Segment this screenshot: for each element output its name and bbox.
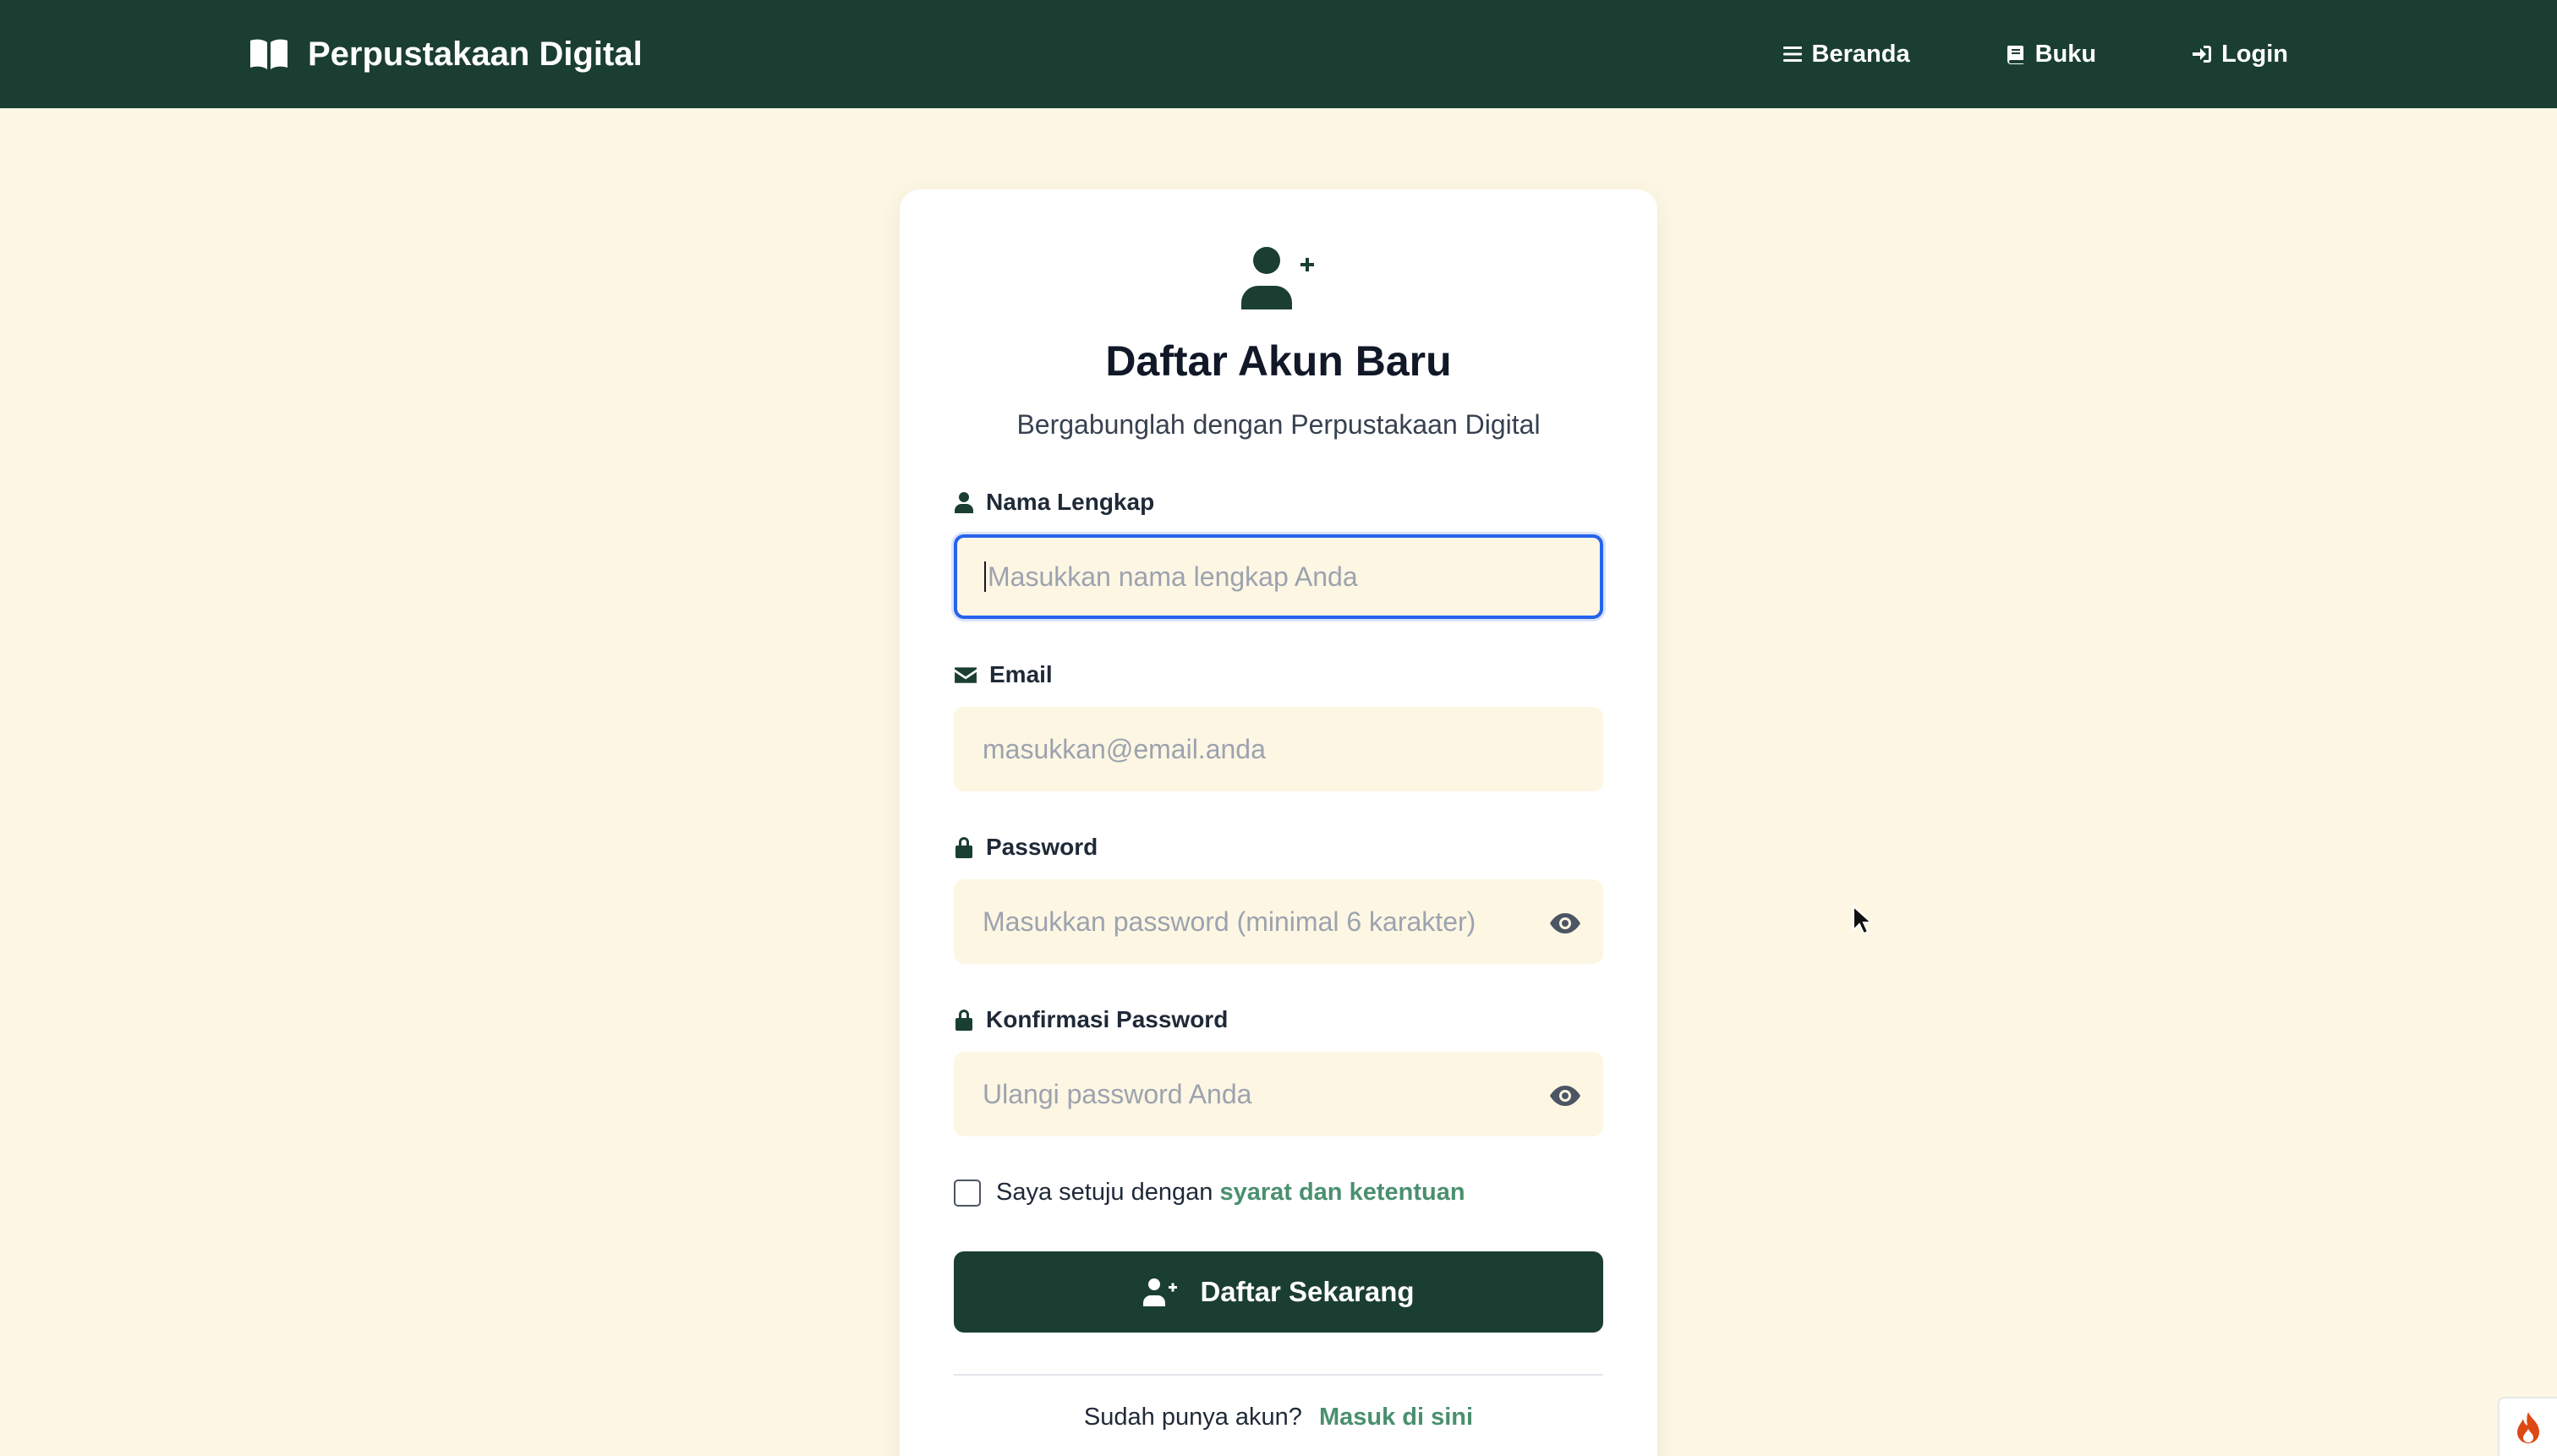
nav-link-login[interactable]: Login — [2191, 41, 2288, 68]
password-label-text: Password — [986, 834, 1098, 860]
nav-links: Beranda Buku Login — [1782, 0, 2288, 108]
email-placeholder: masukkan@email.anda — [983, 733, 1266, 764]
password-placeholder: Masukkan password (minimal 6 karakter) — [983, 906, 1476, 937]
user-plus-icon — [1143, 1278, 1178, 1306]
terms-checkbox[interactable] — [954, 1179, 981, 1207]
confirm-password-input[interactable]: Ulangi password Anda — [954, 1052, 1603, 1136]
envelope-icon — [955, 667, 977, 683]
flame-icon — [2517, 1412, 2539, 1443]
terms-prefix: Saya setuju dengan — [996, 1179, 1213, 1206]
navbar: Perpustakaan Digital Beranda Buku Login — [0, 0, 2557, 108]
user-plus-icon — [1241, 247, 1314, 309]
divider — [954, 1374, 1603, 1376]
nav-link-label: Beranda — [1811, 40, 1910, 68]
brand-name: Perpustakaan Digital — [308, 35, 643, 73]
bars-icon — [1782, 47, 1802, 62]
name-input[interactable]: Masukkan nama lengkap Anda — [954, 534, 1603, 619]
email-input[interactable]: masukkan@email.anda — [954, 707, 1603, 791]
name-label: Nama Lengkap — [954, 489, 1154, 516]
nav-link-buku[interactable]: Buku — [2005, 40, 2097, 68]
terms-row: Saya setuju dengan syarat dan ketentuan — [954, 1179, 1465, 1207]
sign-in-icon — [2193, 46, 2212, 63]
nav-link-label: Login — [2221, 40, 2288, 68]
confirm-password-placeholder: Ulangi password Anda — [983, 1078, 1252, 1109]
login-link[interactable]: Masuk di sini — [1319, 1404, 1473, 1431]
eye-icon[interactable] — [1549, 908, 1581, 939]
book-icon — [2007, 46, 2023, 64]
eye-icon[interactable] — [1549, 1081, 1581, 1111]
terms-text: Saya setuju dengan syarat dan ketentuan — [996, 1179, 1465, 1207]
confirm-password-label-text: Konfirmasi Password — [986, 1006, 1229, 1032]
mouse-cursor-icon — [1853, 905, 1872, 935]
login-prompt: Sudah punya akun? Masuk di sini — [900, 1404, 1657, 1431]
page-title: Daftar Akun Baru — [1105, 337, 1452, 385]
name-placeholder: Masukkan nama lengkap Anda — [988, 561, 1358, 592]
confirm-password-label: Konfirmasi Password — [954, 1006, 1228, 1033]
password-label: Password — [954, 834, 1098, 861]
corner-widget[interactable] — [2498, 1397, 2557, 1456]
text-caret — [984, 561, 986, 592]
brand[interactable]: Perpustakaan Digital — [249, 0, 643, 108]
name-label-text: Nama Lengkap — [986, 489, 1155, 515]
register-button[interactable]: Daftar Sekarang — [954, 1251, 1603, 1333]
register-button-label: Daftar Sekarang — [1200, 1276, 1415, 1307]
email-label: Email — [954, 661, 1053, 688]
login-prompt-text: Sudah punya akun? — [1083, 1404, 1302, 1431]
nav-link-beranda[interactable]: Beranda — [1782, 41, 1910, 68]
book-open-icon — [250, 39, 287, 69]
nav-link-label: Buku — [2034, 40, 2097, 68]
terms-link[interactable]: syarat dan ketentuan — [1219, 1179, 1465, 1206]
lock-icon — [955, 1010, 972, 1031]
user-icon — [955, 492, 973, 513]
lock-icon — [955, 837, 972, 858]
password-input[interactable]: Masukkan password (minimal 6 karakter) — [954, 879, 1603, 964]
page-subtitle: Bergabunglah dengan Perpustakaan Digital — [1016, 409, 1541, 440]
email-label-text: Email — [989, 661, 1053, 687]
